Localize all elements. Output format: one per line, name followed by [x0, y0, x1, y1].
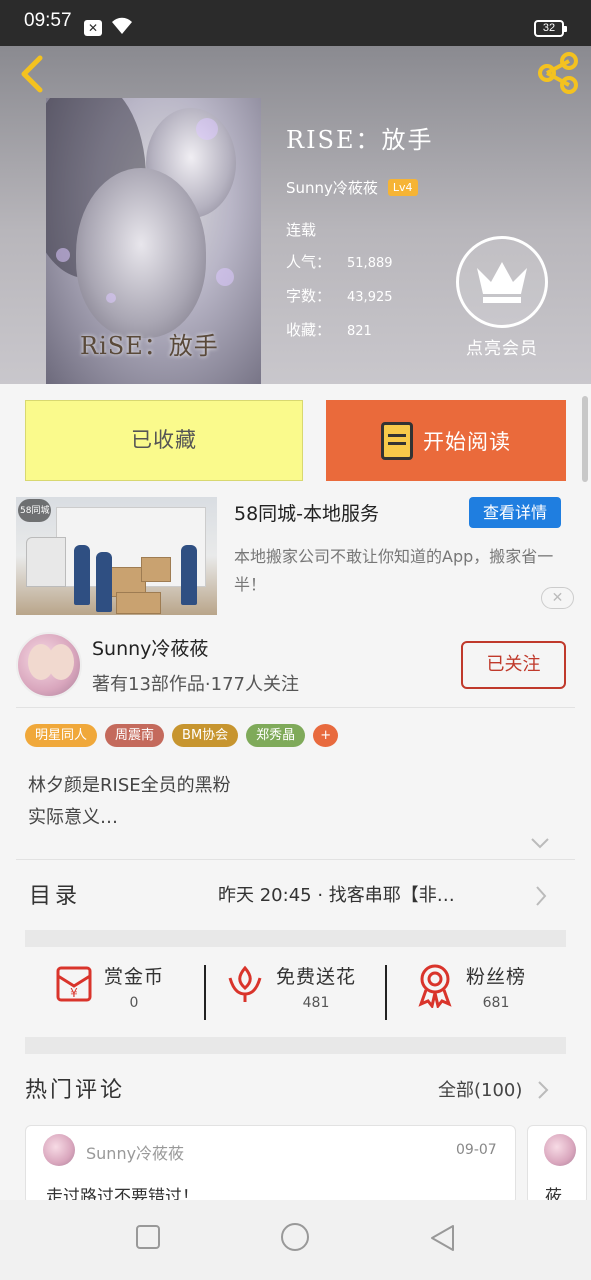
tag-item[interactable]: 周震南 [105, 724, 165, 747]
book-meta: 连载 人气： 51,889 字数： 43,925 收藏： 821 [286, 214, 434, 348]
reward-coins-button[interactable]: ¥ 赏金币 0 [52, 962, 164, 1022]
collected-button[interactable]: 已收藏 [25, 400, 303, 481]
latest-chapter[interactable]: 昨天 20:45 · 找客串耶【非… [218, 881, 455, 907]
scrollbar[interactable] [582, 396, 588, 482]
description-line: 实际意义… [28, 807, 118, 828]
tag-item[interactable]: BM协会 [172, 724, 239, 747]
book-icon [381, 421, 413, 460]
stat-value: 481 [302, 995, 330, 1011]
medal-icon [418, 964, 452, 1008]
vip-button[interactable]: 点亮会员 [456, 236, 548, 359]
favorites-value: 821 [347, 324, 372, 339]
share-icon[interactable] [535, 50, 581, 96]
author-name[interactable]: Sunny冷莜莜 [286, 177, 378, 198]
back-nav-icon[interactable] [429, 1224, 457, 1252]
stat-value: 0 [129, 995, 139, 1011]
all-comments-link[interactable]: 全部(100) [438, 1076, 522, 1102]
start-reading-label: 开始阅读 [423, 429, 511, 454]
divider [385, 965, 387, 1020]
book-header: RiSE：放手 RISE：放手 Sunny冷莜莜 Lv4 连载 人气： 51,88… [0, 46, 591, 384]
battery-icon: 32 [534, 20, 567, 37]
svg-text:¥: ¥ [70, 986, 78, 1000]
avatar[interactable] [43, 1134, 75, 1166]
author-card-name[interactable]: Sunny冷莜莜 [92, 634, 208, 661]
section-separator [25, 930, 566, 947]
followed-button[interactable]: 已关注 [461, 641, 566, 689]
author-row[interactable]: Sunny冷莜莜 Lv4 [286, 177, 434, 198]
close-icon[interactable]: ✕ [541, 587, 574, 609]
description-line: 林夕颜是RISE全员的黑粉 [28, 775, 231, 796]
cover-title: RiSE：放手 [80, 332, 219, 360]
ad-description[interactable]: 本地搬家公司不敢让你知道的App，搬家省一半！ [234, 543, 564, 599]
fan-ranking-button[interactable]: 粉丝榜 681 [414, 962, 526, 1022]
chevron-down-icon[interactable] [529, 836, 551, 850]
book-status: 连载 [286, 221, 317, 239]
avatar[interactable] [16, 632, 82, 698]
status-time: 09:57 [24, 10, 72, 31]
section-separator [25, 1037, 566, 1054]
tag-list: 明星同人 周震南 BM协会 郑秀晶 + [25, 724, 339, 747]
author-card-stats: 著有13部作品·177人关注 [92, 674, 299, 695]
words-value: 43,925 [347, 290, 393, 305]
chevron-right-icon[interactable] [536, 1079, 550, 1101]
hot-comments-title: 热门评论 [25, 1078, 126, 1103]
stat-value: 681 [482, 995, 510, 1011]
ad-image[interactable]: 58同城 [16, 497, 217, 615]
wifi-icon [112, 17, 132, 34]
system-nav-bar [0, 1200, 591, 1280]
ad-source-tag: 58同城 [18, 499, 52, 522]
stat-label: 赏金币 [104, 966, 165, 988]
recent-apps-icon[interactable] [135, 1224, 161, 1250]
popularity-value: 51,889 [347, 256, 393, 271]
start-reading-button[interactable]: 开始阅读 [326, 400, 566, 481]
flower-icon [228, 965, 262, 1002]
book-title: RISE：放手 [286, 126, 434, 154]
comment-author[interactable]: Sunny冷莜莜 [86, 1140, 184, 1164]
view-details-button[interactable]: 查看详情 [469, 497, 561, 528]
status-bar: 09:57 ✕ 32 [0, 0, 591, 46]
ad-title[interactable]: 58同城-本地服务 [234, 499, 379, 526]
book-info: RISE：放手 Sunny冷莜莜 Lv4 连载 人气： 51,889 字数： 43,… [286, 120, 434, 348]
avatar[interactable] [544, 1134, 576, 1166]
free-flowers-button[interactable]: 免费送花 481 [224, 962, 356, 1022]
crown-icon [456, 236, 548, 328]
divider [16, 707, 575, 708]
stat-label: 粉丝榜 [466, 966, 527, 988]
comment-date: 09-07 [456, 1142, 497, 1158]
divider [204, 965, 206, 1020]
toc-label[interactable]: 目录 [29, 878, 81, 910]
add-tag-button[interactable]: + [313, 724, 339, 747]
back-icon[interactable] [14, 52, 50, 96]
stat-label: 免费送花 [276, 966, 357, 988]
comment-card[interactable]: Sunny冷莜莜 09-07 走过路过不要错过！ [25, 1125, 516, 1205]
divider [16, 859, 575, 860]
vip-label: 点亮会员 [466, 339, 538, 359]
words-row: 字数： 43,925 [286, 287, 393, 305]
chevron-right-icon[interactable] [533, 884, 549, 908]
comment-card[interactable]: 莜 [527, 1125, 587, 1205]
tag-item[interactable]: 郑秀晶 [246, 724, 306, 747]
popularity-row: 人气： 51,889 [286, 253, 393, 271]
favorites-row: 收藏： 821 [286, 321, 372, 339]
notification-icon: ✕ [84, 20, 102, 36]
tag-item[interactable]: 明星同人 [25, 724, 98, 747]
red-envelope-icon: ¥ [56, 966, 92, 1002]
home-icon[interactable] [280, 1222, 310, 1252]
book-description[interactable]: 林夕颜是RISE全员的黑粉 实际意义… [28, 770, 231, 834]
level-badge: Lv4 [387, 179, 418, 196]
book-cover[interactable]: RiSE：放手 [46, 98, 261, 384]
